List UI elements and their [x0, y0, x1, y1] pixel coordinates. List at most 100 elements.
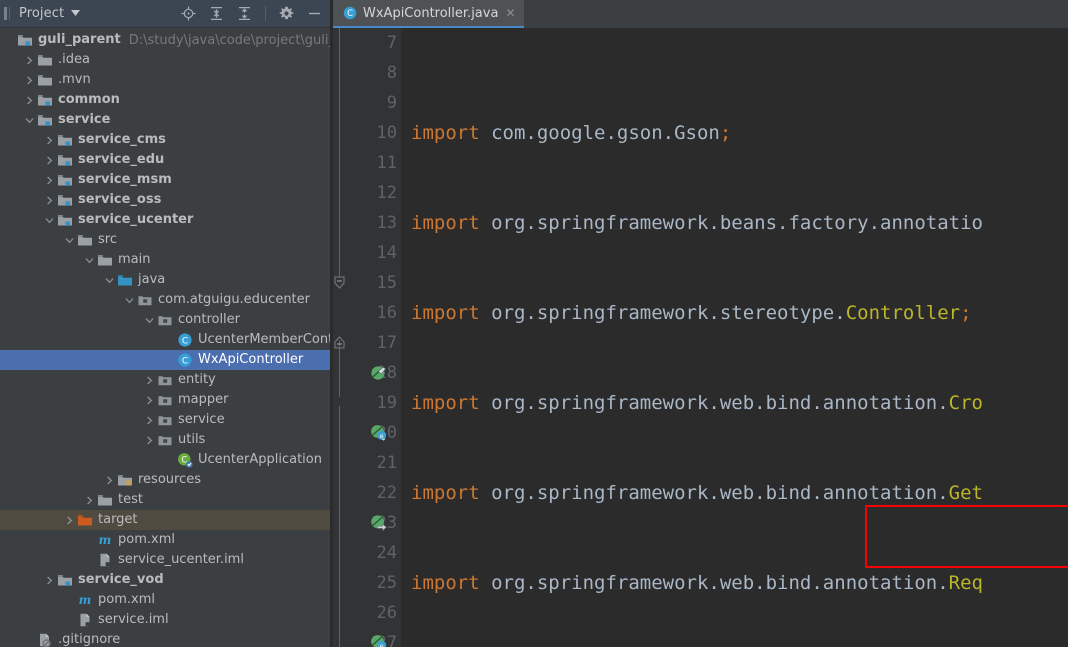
project-tool-header: Project	[0, 0, 330, 28]
chevron-down-icon[interactable]	[84, 255, 95, 266]
spring-class-icon: C	[177, 452, 193, 468]
spring-autowired-icon[interactable]	[369, 513, 389, 533]
chevron-down-icon[interactable]	[104, 275, 115, 286]
maven-icon: m	[97, 532, 113, 548]
editor-tab-wxapicontroller[interactable]: C WxApiController.java ✕	[333, 0, 524, 28]
tree-item-test[interactable]: test	[0, 490, 330, 510]
editor-gutter[interactable]: 7 8 9 10 11 12 13 14 15 16 17 18 19 20 e 21 22 23 24 25 26 27…	[333, 28, 401, 647]
chevron-right-icon[interactable]	[24, 75, 35, 86]
chevron-right-icon[interactable]	[144, 435, 155, 446]
settings-gear-icon[interactable]	[279, 6, 294, 21]
tree-item-mvn[interactable]: .mvn	[0, 70, 330, 90]
tree-item-service-vod[interactable]: service_vod	[0, 570, 330, 590]
tree-item-label: target	[98, 512, 138, 527]
line-number: 25	[376, 573, 397, 593]
tree-item-mapper[interactable]: mapper	[0, 390, 330, 410]
tree-item-label: service_edu	[78, 152, 165, 167]
svg-text:C: C	[347, 8, 353, 18]
line-number: 21	[376, 453, 397, 473]
tree-item-service-ucenter-iml[interactable]: service_ucenter.iml	[0, 550, 330, 570]
scroll-from-source-icon[interactable]	[181, 6, 196, 21]
tree-item-service-edu[interactable]: service_edu	[0, 150, 330, 170]
module-icon	[57, 192, 73, 208]
tree-item-java[interactable]: java	[0, 270, 330, 290]
chevron-down-icon[interactable]	[124, 295, 135, 306]
close-icon[interactable]: ✕	[504, 7, 516, 19]
chevron-right-icon[interactable]	[144, 375, 155, 386]
chevron-right-icon[interactable]	[64, 515, 75, 526]
svg-text:m: m	[99, 533, 112, 547]
chevron-down-icon[interactable]	[64, 235, 75, 246]
code-text[interactable]: import com.google.gson.Gson; import org.…	[401, 28, 1068, 647]
project-tree-scroll[interactable]: guli_parent D:\study\java\code\project\gu…	[0, 28, 330, 647]
package-icon	[157, 412, 173, 428]
tree-item-service-oss[interactable]: service_oss	[0, 190, 330, 210]
tree-item-label: service_ucenter	[78, 212, 194, 227]
line-number: 8	[386, 63, 397, 83]
chevron-down-icon[interactable]	[71, 9, 81, 18]
chevron-right-icon[interactable]	[44, 175, 55, 186]
tree-item-guli-parent[interactable]: guli_parent D:\study\java\code\project\gu…	[0, 30, 330, 50]
chevron-down-icon[interactable]	[24, 115, 35, 126]
line-number: 17	[376, 333, 397, 353]
tree-item-utils[interactable]: utils	[0, 430, 330, 450]
tree-item-common[interactable]: common	[0, 90, 330, 110]
tree-item-wxapicontroller[interactable]: C WxApiController	[0, 350, 330, 370]
fold-end-marker[interactable]	[334, 276, 345, 290]
module-icon	[57, 132, 73, 148]
tree-item-controller[interactable]: controller	[0, 310, 330, 330]
tree-item-ucentermembercontroller[interactable]: C UcenterMemberController	[0, 330, 330, 350]
tree-item-label: pom.xml	[98, 592, 155, 607]
tree-item-main[interactable]: main	[0, 250, 330, 270]
code-area[interactable]: 7 8 9 10 11 12 13 14 15 16 17 18 19 20 e 21 22 23 24 25 26 27…	[333, 28, 1068, 647]
hide-icon[interactable]	[307, 6, 322, 21]
code-line-8: import org.springframework.beans.factory…	[411, 212, 983, 234]
spring-mvc-icon[interactable]: e	[369, 423, 389, 443]
chevron-down-icon[interactable]	[44, 215, 55, 226]
tree-item-idea[interactable]: .idea	[0, 50, 330, 70]
tree-item-label: UcenterMemberController	[198, 332, 330, 347]
tree-item-gitignore[interactable]: .gitignore	[0, 630, 330, 647]
chevron-right-icon[interactable]	[44, 575, 55, 586]
source-root-icon	[117, 272, 133, 288]
expand-all-icon[interactable]	[209, 6, 224, 21]
chevron-down-icon[interactable]	[144, 315, 155, 326]
tree-item-pom-xml[interactable]: m pom.xml	[0, 590, 330, 610]
tree-item-ucenterapplication[interactable]: C UcenterApplication	[0, 450, 330, 470]
chevron-right-icon[interactable]	[144, 395, 155, 406]
chevron-right-icon[interactable]	[44, 135, 55, 146]
chevron-right-icon[interactable]	[84, 495, 95, 506]
editor-tab-title: WxApiController.java	[363, 5, 499, 21]
tree-item-pom-xml[interactable]: m pom.xml	[0, 530, 330, 550]
tree-item-target[interactable]: target	[0, 510, 330, 530]
tree-item-service-cms[interactable]: service_cms	[0, 130, 330, 150]
chevron-right-icon[interactable]	[104, 475, 115, 486]
spring-mvc-icon[interactable]: e	[369, 633, 389, 647]
collapse-all-icon[interactable]	[237, 6, 252, 21]
project-tool-title[interactable]: Project	[19, 6, 64, 21]
spring-bean-icon[interactable]	[369, 363, 389, 383]
chevron-right-icon[interactable]	[24, 55, 35, 66]
tree-item-resources[interactable]: resources	[0, 470, 330, 490]
folder-icon	[77, 232, 93, 248]
tree-item-service[interactable]: service	[0, 410, 330, 430]
package-icon	[157, 392, 173, 408]
tree-item-service-msm[interactable]: service_msm	[0, 170, 330, 190]
tree-item-label: UcenterApplication	[198, 452, 322, 467]
chevron-right-icon[interactable]	[44, 195, 55, 206]
tree-item-label: service	[178, 412, 225, 427]
tree-item-service-ucenter[interactable]: service_ucenter	[0, 210, 330, 230]
tree-item-entity[interactable]: entity	[0, 370, 330, 390]
tree-item-service-iml[interactable]: service.iml	[0, 610, 330, 630]
chevron-right-icon[interactable]	[144, 415, 155, 426]
chevron-right-icon[interactable]	[24, 95, 35, 106]
tree-item-com-atguigu-educenter[interactable]: com.atguigu.educenter	[0, 290, 330, 310]
chevron-right-icon[interactable]	[44, 155, 55, 166]
tree-item-src[interactable]: src	[0, 230, 330, 250]
tree-item-service[interactable]: service	[0, 110, 330, 130]
fold-start-marker[interactable]	[334, 336, 345, 350]
line-number: 26	[376, 603, 397, 623]
line-number: 15	[376, 273, 397, 293]
tree-item-label: test	[118, 492, 143, 507]
code-folding-strip[interactable]	[333, 28, 347, 647]
